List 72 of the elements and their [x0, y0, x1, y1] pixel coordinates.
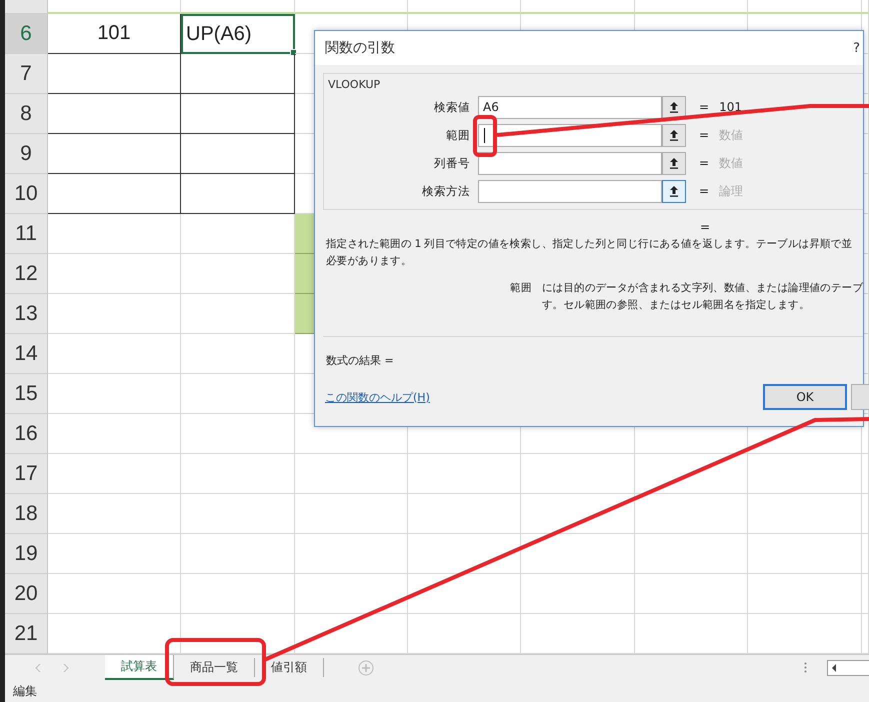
row-header[interactable]: 8 — [5, 94, 48, 134]
help-link[interactable]: この関数のヘルプ(H) — [325, 390, 430, 404]
reference-button[interactable] — [662, 124, 686, 146]
table-cell[interactable] — [181, 54, 295, 94]
formula-result: 数式の結果 = — [326, 354, 394, 367]
table-cell[interactable] — [48, 54, 181, 94]
argument-label: 検索値 — [433, 100, 470, 114]
ok-button[interactable]: OK — [763, 384, 847, 410]
table-cell[interactable]: UP(A6) — [181, 14, 295, 54]
row-header[interactable]: 19 — [5, 534, 48, 574]
status-mode: 編集 — [13, 682, 37, 700]
table-cell[interactable] — [181, 134, 295, 174]
table-cell[interactable]: 101 — [48, 14, 181, 54]
arrow-up-icon — [669, 101, 679, 113]
arrow-up-icon — [669, 129, 679, 141]
reference-button[interactable] — [662, 96, 686, 118]
row-header[interactable]: 11 — [5, 214, 48, 254]
row-header[interactable] — [5, 0, 48, 14]
argument-help-label: 範囲 — [510, 281, 532, 296]
table-cell[interactable] — [181, 174, 295, 214]
reference-button[interactable] — [662, 180, 686, 202]
row-header[interactable]: 18 — [5, 494, 48, 534]
row-header[interactable]: 6 — [5, 14, 48, 54]
scroll-right-icon[interactable] — [63, 664, 69, 672]
table-cell[interactable] — [48, 94, 181, 134]
table-cell[interactable] — [48, 134, 181, 174]
arrow-up-icon — [669, 157, 679, 169]
argument-help-text: には目的のデータが含まれる文字列、数値、または論理値のテーブ — [542, 281, 863, 296]
argument-result: 101 — [719, 100, 742, 114]
description-text: 必要があります。 — [326, 254, 413, 269]
argument-result: 数値 — [719, 126, 744, 144]
row-header[interactable]: 13 — [5, 294, 48, 334]
add-sheet-icon[interactable] — [358, 660, 374, 676]
table-cell[interactable] — [181, 94, 295, 134]
dialog-title: 関数の引数 — [325, 39, 395, 57]
arrow-up-icon — [669, 185, 679, 197]
more-icon[interactable] — [804, 662, 807, 673]
row-header[interactable]: 15 — [5, 374, 48, 414]
row-header[interactable]: 14 — [5, 334, 48, 374]
argument-label: 検索方法 — [421, 184, 470, 198]
row-header[interactable]: 17 — [5, 454, 48, 494]
argument-help-text: す。セル範囲の参照、またはセル範囲名を指定します。 — [542, 298, 810, 313]
input-field[interactable] — [478, 152, 662, 174]
sheet-tab[interactable]: 試算表 — [105, 655, 174, 680]
help-button[interactable]: ? — [853, 40, 860, 56]
row-header[interactable]: 21 — [5, 614, 48, 654]
row-header[interactable]: 9 — [5, 134, 48, 174]
horizontal-scrollbar[interactable] — [827, 660, 869, 676]
scroll-left-icon[interactable] — [832, 664, 837, 672]
row-header[interactable]: 7 — [5, 54, 48, 94]
equals-sign: = — [699, 156, 710, 170]
table-cell[interactable] — [48, 174, 181, 214]
equals-sign: = — [699, 184, 710, 198]
row-header[interactable]: 12 — [5, 254, 48, 294]
argument-label: 列番号 — [433, 156, 470, 170]
row-header[interactable]: 16 — [5, 414, 48, 454]
sheet-tab[interactable]: 商品一覧 — [174, 658, 255, 677]
equals-sign: = — [699, 100, 710, 114]
argument-result: 数値 — [719, 154, 744, 172]
reference-button[interactable] — [662, 152, 686, 174]
row-header[interactable]: 10 — [5, 174, 48, 214]
highlight-frame — [473, 115, 497, 157]
input-field[interactable]: A6 — [478, 96, 662, 118]
argument-label: 範囲 — [445, 128, 470, 142]
equals-sign: = — [699, 128, 710, 142]
function-name: VLOOKUP — [328, 78, 380, 91]
input-field[interactable] — [478, 180, 662, 202]
row-header[interactable]: 20 — [5, 574, 48, 614]
description-text: 指定された範囲の 1 列目で特定の値を検索し、指定した列と同じ行にある値を返します。テーブルは昇順で並 — [326, 237, 854, 252]
function-result: = — [700, 220, 710, 234]
argument-result: 論理 — [719, 182, 744, 200]
sheet-tab[interactable]: 値引額 — [255, 658, 324, 677]
